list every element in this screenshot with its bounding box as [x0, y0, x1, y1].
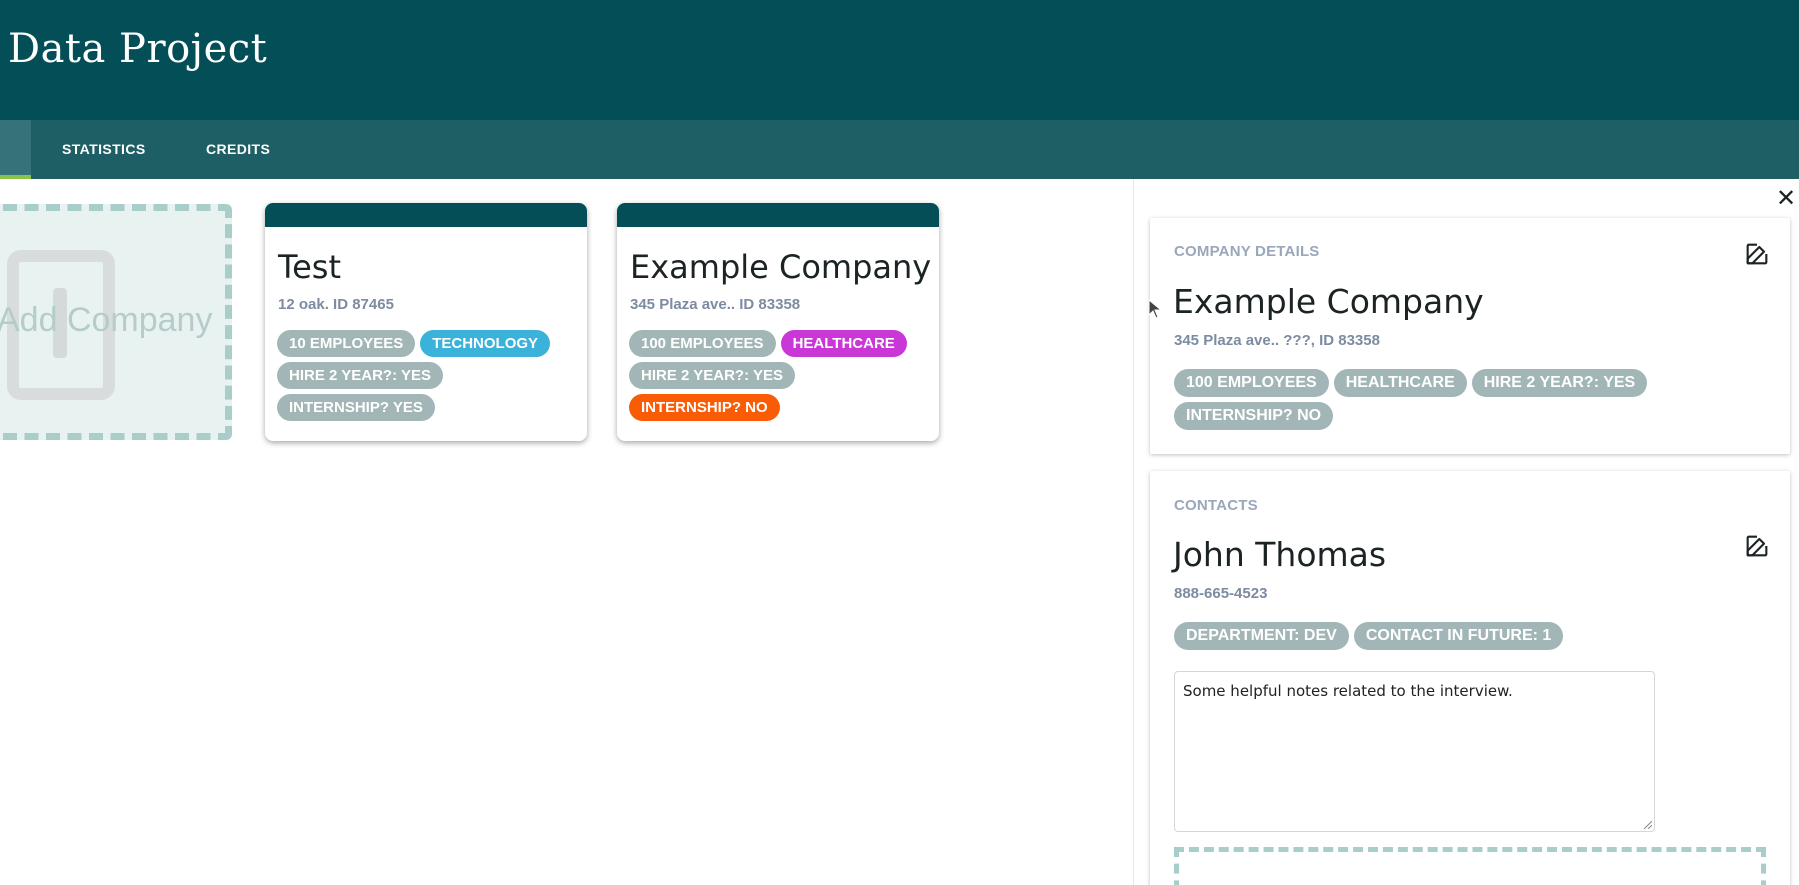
details-tags: 100 EMPLOYEES HEALTHCARE HIRE 2 YEAR?: Y…	[1174, 369, 1766, 430]
app-root: Data Project STATISTICS CREDITS Add Comp…	[0, 0, 1799, 885]
company-card[interactable]: Example Company 345 Plaza ave.. ID 83358…	[617, 203, 939, 441]
contact-name: John Thomas	[1173, 535, 1387, 574]
tag-employees: 100 EMPLOYEES	[1174, 369, 1329, 397]
details-company-address: 345 Plaza ave.. ???, ID 83358	[1174, 332, 1380, 349]
tag-department: DEPARTMENT: DEV	[1174, 622, 1349, 650]
tab-active[interactable]	[0, 120, 31, 179]
contact-tags: DEPARTMENT: DEV CONTACT IN FUTURE: 1	[1174, 622, 1766, 650]
tag-industry: TECHNOLOGY	[420, 330, 551, 357]
nav-bar: STATISTICS CREDITS	[0, 120, 1799, 179]
card-header-band	[617, 203, 939, 227]
company-address: 12 oak. ID 87465	[278, 296, 394, 313]
company-tags: 100 EMPLOYEES HEALTHCARE HIRE 2 YEAR?: Y…	[629, 330, 927, 421]
company-name: Test	[278, 248, 342, 286]
tag-employees: 100 EMPLOYEES	[629, 330, 776, 357]
edit-icon[interactable]	[1743, 532, 1771, 560]
tab-statistics[interactable]: STATISTICS	[62, 120, 146, 179]
tag-hire: HIRE 2 YEAR?: YES	[277, 362, 443, 389]
app-header: Data Project	[0, 0, 1799, 120]
contact-phone: 888-665-4523	[1174, 585, 1268, 602]
company-address: 345 Plaza ave.. ID 83358	[630, 296, 801, 313]
add-company-label: Add Company	[0, 301, 213, 339]
tag-industry: HEALTHCARE	[1333, 369, 1467, 397]
tag-industry: HEALTHCARE	[780, 330, 907, 357]
tab-credits[interactable]: CREDITS	[206, 120, 270, 179]
details-company-name: Example Company	[1173, 282, 1484, 321]
section-label-company-details: COMPANY DETAILS	[1174, 243, 1320, 260]
edit-icon[interactable]	[1743, 240, 1771, 268]
add-contact-card[interactable]	[1174, 847, 1766, 885]
tag-hire: HIRE 2 YEAR?: YES	[1471, 369, 1648, 397]
section-label-contacts: CONTACTS	[1174, 497, 1258, 514]
cursor-icon	[1148, 299, 1162, 319]
company-card[interactable]: Test 12 oak. ID 87465 10 EMPLOYEES TECHN…	[265, 203, 587, 441]
card-header-band	[265, 203, 587, 227]
company-grid: Add Company Test 12 oak. ID 87465 10 EMP…	[0, 179, 1134, 885]
contacts-card: CONTACTS John Thomas 888-665-4523 DEPART…	[1150, 471, 1790, 885]
company-tags: 10 EMPLOYEES TECHNOLOGY HIRE 2 YEAR?: YE…	[277, 330, 575, 421]
details-panel: ✕ COMPANY DETAILS Example Company 345 Pl…	[1133, 179, 1799, 885]
company-details-card: COMPANY DETAILS Example Company 345 Plaz…	[1150, 218, 1790, 454]
company-name: Example Company	[630, 248, 932, 286]
tag-hire: HIRE 2 YEAR?: YES	[629, 362, 795, 389]
notes-textarea[interactable]: Some helpful notes related to the interv…	[1174, 671, 1655, 832]
resize-grip-icon[interactable]	[1642, 819, 1652, 829]
close-icon[interactable]: ✕	[1774, 187, 1798, 211]
tag-internship: INTERNSHIP? NO	[629, 394, 780, 421]
tag-contact-future: CONTACT IN FUTURE: 1	[1353, 622, 1564, 650]
tag-employees: 10 EMPLOYEES	[277, 330, 416, 357]
add-company-card[interactable]: Add Company	[0, 204, 232, 440]
tag-internship: INTERNSHIP? YES	[277, 394, 435, 421]
app-title: Data Project	[8, 26, 268, 72]
tag-internship: INTERNSHIP? NO	[1174, 402, 1334, 430]
